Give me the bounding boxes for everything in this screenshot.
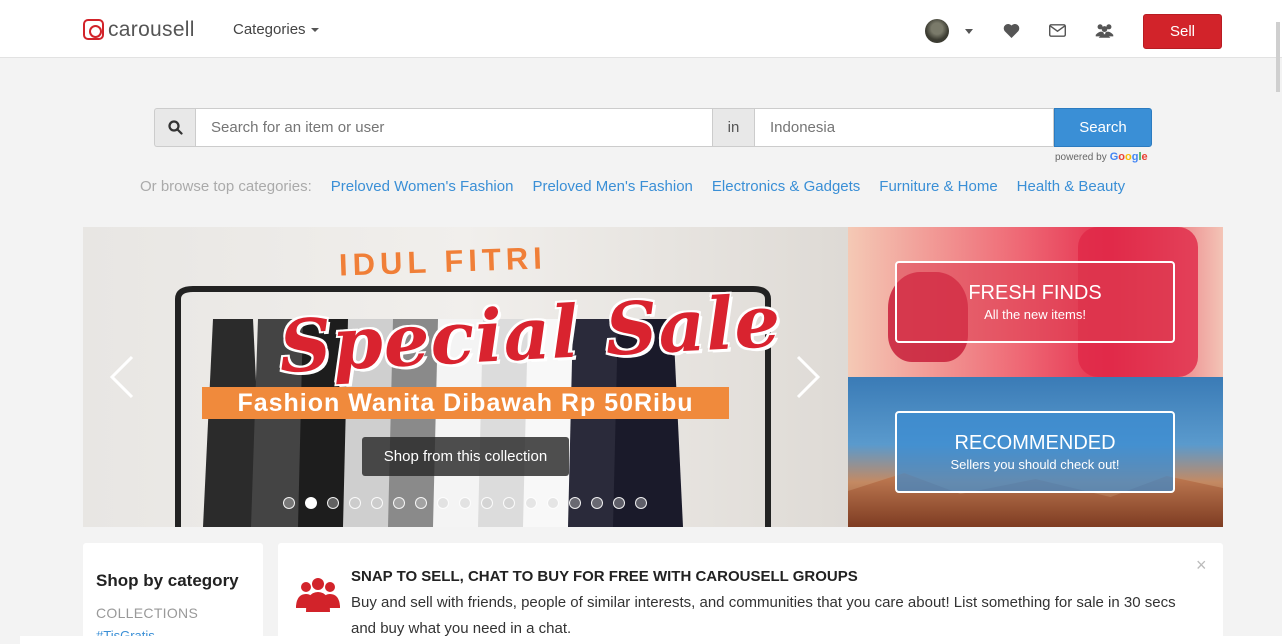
heart-icon[interactable] xyxy=(1001,20,1021,40)
hero-carousel: IDUL FITRI Special Sale Fashion Wanita D… xyxy=(83,227,848,527)
carousel-dot[interactable] xyxy=(569,497,581,509)
fresh-finds-subtitle: All the new items! xyxy=(984,307,1086,322)
groups-icon[interactable] xyxy=(1094,20,1114,40)
shop-collection-button[interactable]: Shop from this collection xyxy=(362,437,569,476)
carousel-dot[interactable] xyxy=(349,497,361,509)
carousel-dot[interactable] xyxy=(283,497,295,509)
search-bar: in Search xyxy=(154,108,1152,147)
sell-button[interactable]: Sell xyxy=(1143,14,1222,49)
carousel-dot[interactable] xyxy=(547,497,559,509)
fresh-finds-tile[interactable]: FRESH FINDS All the new items! xyxy=(848,227,1223,377)
chevron-down-icon xyxy=(310,27,319,32)
bottom-strip xyxy=(20,636,1282,644)
carousel-dot[interactable] xyxy=(327,497,339,509)
categories-label: Categories xyxy=(233,21,306,38)
headline-idul-fitri: IDUL FITRI xyxy=(338,240,548,283)
carousel-dot[interactable] xyxy=(635,497,647,509)
groups-promo-banner: SNAP TO SELL, CHAT TO BUY FOR FREE WITH … xyxy=(278,543,1223,644)
google-logo: Google xyxy=(1109,151,1148,163)
search-button[interactable]: Search xyxy=(1054,108,1152,147)
category-link-womens-fashion[interactable]: Preloved Women's Fashion xyxy=(331,178,514,195)
carousel-dot[interactable] xyxy=(393,497,405,509)
search-input[interactable] xyxy=(195,108,713,147)
scrollbar[interactable] xyxy=(1276,22,1280,92)
category-link-mens-fashion[interactable]: Preloved Men's Fashion xyxy=(532,178,692,195)
category-link-electronics[interactable]: Electronics & Gadgets xyxy=(712,178,860,195)
recommended-tile[interactable]: RECOMMENDED Sellers you should check out… xyxy=(848,377,1223,527)
carousel-dot[interactable] xyxy=(415,497,427,509)
user-avatar[interactable] xyxy=(925,19,949,43)
category-link-health-beauty[interactable]: Health & Beauty xyxy=(1017,178,1125,195)
carousel-dot[interactable] xyxy=(437,497,449,509)
carousell-logo[interactable]: carousell xyxy=(83,19,195,40)
search-icon[interactable] xyxy=(154,108,195,147)
browse-label: Or browse top categories: xyxy=(140,178,312,195)
carousell-logo-icon xyxy=(83,19,104,40)
categories-dropdown[interactable]: Categories xyxy=(233,21,319,38)
chevron-left-icon[interactable] xyxy=(107,352,137,402)
fresh-finds-box[interactable]: FRESH FINDS All the new items! xyxy=(895,261,1175,343)
carousel-dot[interactable] xyxy=(591,497,603,509)
location-input[interactable] xyxy=(754,108,1054,147)
carousel-dot[interactable] xyxy=(481,497,493,509)
promo-title: SNAP TO SELL, CHAT TO BUY FOR FREE WITH … xyxy=(351,568,858,585)
powered-by-label: powered by xyxy=(1055,151,1107,163)
recommended-subtitle: Sellers you should check out! xyxy=(950,457,1120,472)
top-navbar: carousell Categories Sell xyxy=(0,0,1282,58)
carousel-dot[interactable] xyxy=(613,497,625,509)
logo-text: carousell xyxy=(108,18,195,41)
recommended-title: RECOMMENDED xyxy=(954,432,1116,454)
shop-by-category-panel: Shop by category COLLECTIONS #TisGratis xyxy=(83,543,263,644)
in-label: in xyxy=(713,108,754,147)
carousel-dot[interactable] xyxy=(305,497,317,509)
carousel-dot[interactable] xyxy=(503,497,515,509)
shop-by-category-title: Shop by category xyxy=(96,571,239,590)
powered-by-google: powered by Google xyxy=(1055,151,1148,163)
envelope-icon[interactable] xyxy=(1047,20,1067,40)
browse-categories: Or browse top categories: Preloved Women… xyxy=(140,178,1144,195)
carousel-dot[interactable] xyxy=(459,497,471,509)
carousel-dot[interactable] xyxy=(371,497,383,509)
carousel-pagination xyxy=(283,497,647,509)
promo-text: Buy and sell with friends, people of sim… xyxy=(351,594,1176,637)
recommended-box[interactable]: RECOMMENDED Sellers you should check out… xyxy=(895,411,1175,493)
chevron-down-icon[interactable] xyxy=(965,29,973,34)
fresh-finds-title: FRESH FINDS xyxy=(968,282,1102,304)
category-link-furniture[interactable]: Furniture & Home xyxy=(879,178,997,195)
headline-fashion-band: Fashion Wanita Dibawah Rp 50Ribu xyxy=(202,387,729,419)
close-icon[interactable]: × xyxy=(1196,555,1207,576)
groups-icon xyxy=(296,578,340,612)
carousel-dot[interactable] xyxy=(525,497,537,509)
chevron-right-icon[interactable] xyxy=(793,352,823,402)
collections-heading: COLLECTIONS xyxy=(96,605,199,621)
